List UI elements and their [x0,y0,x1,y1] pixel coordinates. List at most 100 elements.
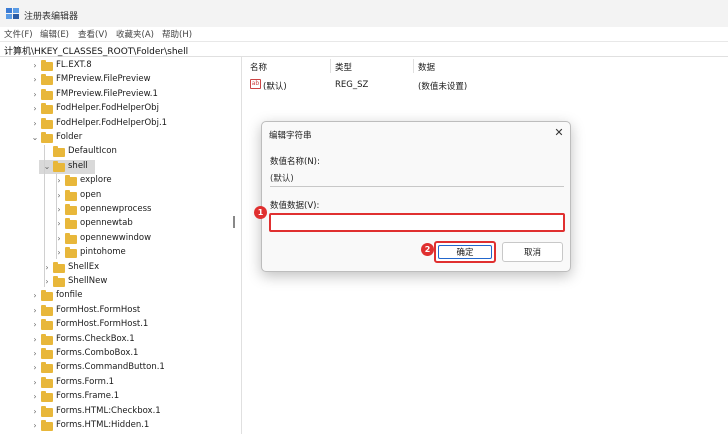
tree-item[interactable]: DefaultIcon [42,145,236,159]
tree-item[interactable]: ⌄ shell [39,159,236,174]
tree-item[interactable]: › Forms.ComboBox.1 [30,347,236,361]
chevron-right-icon[interactable]: › [30,289,40,303]
folder-icon [65,204,77,215]
key-tree: › FL.EXT.8 › FMPreview.FilePreview › FMPrevie… [0,57,236,434]
tree-item-label: explore [80,175,112,186]
tree-item-label: opennewwindow [80,232,152,243]
tree-item[interactable]: › open [54,189,236,203]
tree-item[interactable]: › Forms.Form.1 [30,376,236,390]
ok-button[interactable]: 确定 [434,241,496,263]
tree-item[interactable]: › FormHost.FormHost [30,304,236,318]
title-bar: 注册表编辑器 [0,0,728,27]
tree-item[interactable]: › ShellEx [42,261,236,275]
folder-icon [41,420,53,431]
chevron-right-icon[interactable]: › [30,376,40,390]
close-icon[interactable]: ✕ [552,126,566,140]
tree-item-label: Forms.HTML:Hidden.1 [56,420,150,430]
value-type: REG_SZ [335,80,369,90]
chevron-right-icon[interactable]: › [30,390,40,404]
window-title: 注册表编辑器 [24,12,79,22]
tree-item[interactable]: › FormHost.FormHost.1 [30,318,236,332]
tree-item-label: Forms.HTML:Checkbox.1 [56,405,161,416]
chevron-right-icon[interactable]: › [30,59,40,73]
tree-item[interactable]: › FodHelper.FodHelperObj [30,102,236,116]
tree-item[interactable]: › ShellNew [42,275,236,289]
column-header-type[interactable]: 类型 [335,61,352,73]
menu-view[interactable]: 查看(V) [78,28,107,40]
folder-icon [65,218,77,230]
column-header-data[interactable]: 数据 [418,61,435,73]
tree-item-label: opennewtab [80,218,133,229]
tree-item[interactable]: › FodHelper.FodHelperObj.1 [30,117,236,131]
step-2-badge: 2 [421,243,434,256]
chevron-right-icon[interactable]: › [30,73,40,87]
tree-item[interactable]: › FMPreview.FilePreview.1 [30,88,236,102]
value-data-label: 数值数据(V): [270,201,320,211]
ab-string-icon: ab [250,79,261,89]
tree-item[interactable]: › opennewwindow [54,232,236,246]
folder-icon [41,74,53,86]
tree-item[interactable]: › Forms.CommandButton.1 [30,361,236,375]
folder-icon [53,261,65,273]
chevron-right-icon[interactable]: › [30,102,40,116]
chevron-right-icon[interactable]: › [30,419,40,433]
tree-item-label: FodHelper.FodHelperObj [56,103,159,114]
field-underline [270,186,564,187]
cancel-button-label: 取消 [523,248,541,258]
address-path: 计算机\HKEY_CLASSES_ROOT\Folder\shell [4,47,189,57]
tree-item-label: Forms.CheckBox.1 [56,333,135,344]
tree-item[interactable]: › Forms.Frame.1 [30,390,236,404]
dialog-title: 编辑字符串 [269,131,312,141]
tree-item-label: ShellEx [68,261,100,272]
tree-item[interactable]: › opennewprocess [54,203,236,217]
tree-item[interactable]: › pintohome [54,246,236,260]
cancel-button[interactable]: 取消 [502,242,563,262]
chevron-right-icon[interactable]: › [30,117,40,131]
menu-file[interactable]: 文件(F) [4,28,33,40]
chevron-down-icon[interactable]: ⌄ [30,131,40,145]
tree-item-label: FodHelper.FodHelperObj.1 [56,117,168,128]
menu-edit[interactable]: 编辑(E) [40,28,69,40]
step-1-badge: 1 [254,206,267,219]
tree-item-label: shell [68,160,88,171]
tree-item-label: Forms.CommandButton.1 [56,362,165,373]
pane-splitter[interactable] [241,57,242,434]
tree-item-label: Forms.Form.1 [56,376,115,387]
splitter-grip[interactable] [233,216,235,228]
value-data: (数值未设置) [418,82,468,92]
tree-item[interactable]: › explore [54,174,236,188]
folder-icon [41,319,53,331]
column-header-name[interactable]: 名称 [250,61,267,73]
tree-item-label: FL.EXT.8 [56,60,92,70]
tree-item-label: open [80,189,102,200]
tree-item-label: fonfile [56,290,83,301]
tree-item[interactable]: › FMPreview.FilePreview [30,73,236,87]
column-divider[interactable] [330,59,331,73]
tree-item[interactable]: › fonfile [30,289,236,303]
chevron-right-icon[interactable]: › [30,333,40,347]
chevron-right-icon[interactable]: › [30,304,40,318]
chevron-right-icon[interactable]: › [30,405,40,419]
menu-help[interactable]: 帮助(H) [162,28,192,40]
folder-icon [41,103,53,115]
tree-item[interactable]: › Forms.CheckBox.1 [30,333,236,347]
menu-favorites[interactable]: 收藏夹(A) [116,28,154,40]
tree-item-label: FormHost.FormHost [56,304,141,315]
tree-item[interactable]: › opennewtab [54,217,236,231]
column-divider[interactable] [413,59,414,73]
address-bar[interactable]: 计算机\HKEY_CLASSES_ROOT\Folder\shell [0,41,728,57]
value-data-input[interactable] [269,213,565,232]
tree-item[interactable]: › Forms.HTML:Hidden.1 [30,419,236,433]
tree-item[interactable]: ⌄ Folder [30,131,236,145]
chevron-right-icon[interactable]: › [30,361,40,375]
chevron-right-icon[interactable]: › [30,347,40,361]
tree-item-label: pintohome [80,247,126,258]
tree-item[interactable]: › FL.EXT.8 [30,59,236,73]
folder-icon [41,290,53,302]
edit-string-dialog: 编辑字符串 ✕ 数值名称(N): (默认) 数值数据(V): 确定 取消 [261,121,571,272]
chevron-right-icon[interactable]: › [30,318,40,332]
tree-item-label: opennewprocess [80,204,152,214]
tree-item[interactable]: › Forms.HTML:Checkbox.1 [30,405,236,419]
chevron-right-icon[interactable]: › [30,88,40,102]
folder-icon [65,247,77,259]
